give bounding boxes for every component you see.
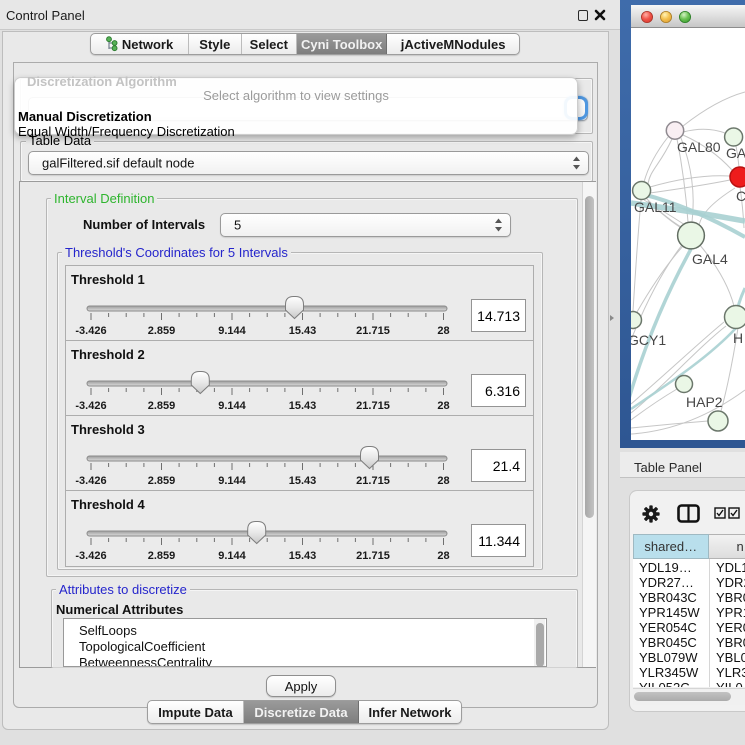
svg-text:15.43: 15.43 [289,325,317,337]
svg-text:9.144: 9.144 [218,325,246,337]
svg-text:-3.426: -3.426 [75,475,106,487]
svg-text:C: C [736,188,745,204]
svg-text:GAL80: GAL80 [677,139,721,155]
svg-text:15.43: 15.43 [289,475,317,487]
svg-text:15.43: 15.43 [289,400,317,412]
svg-text:28: 28 [437,550,449,562]
svg-text:GA: GA [726,145,745,161]
svg-text:GCY1: GCY1 [631,332,666,348]
svg-text:2.859: 2.859 [148,550,176,562]
svg-text:21.715: 21.715 [356,400,390,412]
svg-text:9.144: 9.144 [218,550,246,562]
svg-text:GAL4: GAL4 [692,251,728,267]
svg-text:-3.426: -3.426 [75,400,106,412]
svg-text:HAP2: HAP2 [686,394,723,410]
svg-text:GAL11: GAL11 [634,199,677,215]
svg-text:21.715: 21.715 [356,475,390,487]
svg-text:21.715: 21.715 [356,325,390,337]
svg-text:-3.426: -3.426 [75,550,106,562]
svg-text:H: H [733,330,743,346]
svg-text:9.144: 9.144 [218,400,246,412]
svg-text:2.859: 2.859 [148,475,176,487]
svg-text:15.43: 15.43 [289,550,317,562]
svg-text:28: 28 [437,325,449,337]
svg-text:28: 28 [437,400,449,412]
svg-text:9.144: 9.144 [218,475,246,487]
svg-text:-3.426: -3.426 [75,325,106,337]
svg-text:21.715: 21.715 [356,550,390,562]
svg-text:28: 28 [437,475,449,487]
svg-text:2.859: 2.859 [148,400,176,412]
svg-text:2.859: 2.859 [148,325,176,337]
